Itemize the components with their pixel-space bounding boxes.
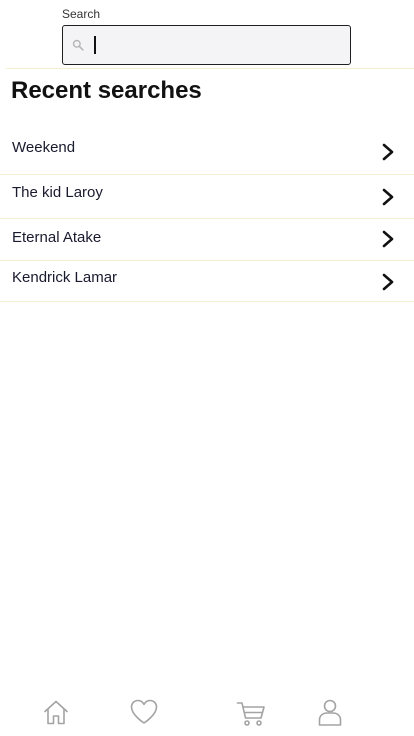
list-item-label: Eternal Atake (12, 229, 102, 246)
search-field[interactable] (62, 25, 351, 65)
list-item[interactable]: The kid Laroy (0, 175, 414, 219)
list-item[interactable]: Weekend (0, 130, 414, 175)
search-label: Search (62, 7, 101, 21)
search-block: Search (62, 6, 351, 65)
bottom-tab-bar (0, 690, 414, 736)
chevron-right-icon[interactable] (381, 273, 395, 291)
search-input[interactable] (91, 27, 345, 63)
list-item-label: The kid Laroy (12, 184, 103, 201)
chevron-right-icon[interactable] (381, 188, 395, 206)
home-icon[interactable] (40, 696, 72, 728)
list-item[interactable]: Kendrick Lamar (0, 261, 414, 302)
list-item[interactable]: Eternal Atake (0, 219, 414, 261)
list-item-label: Weekend (12, 139, 76, 156)
recent-searches-list: Weekend The kid Laroy Eternal Atake Kend… (0, 130, 414, 302)
cart-icon[interactable] (235, 696, 267, 728)
chevron-right-icon[interactable] (381, 143, 395, 161)
list-item-label: Kendrick Lamar (12, 269, 118, 286)
heart-icon[interactable] (128, 696, 160, 728)
divider (6, 68, 414, 69)
chevron-right-icon[interactable] (381, 230, 395, 248)
profile-icon[interactable] (314, 696, 346, 728)
text-caret (94, 36, 96, 54)
recent-searches-title: Recent searches (11, 77, 202, 104)
search-icon (72, 39, 84, 51)
